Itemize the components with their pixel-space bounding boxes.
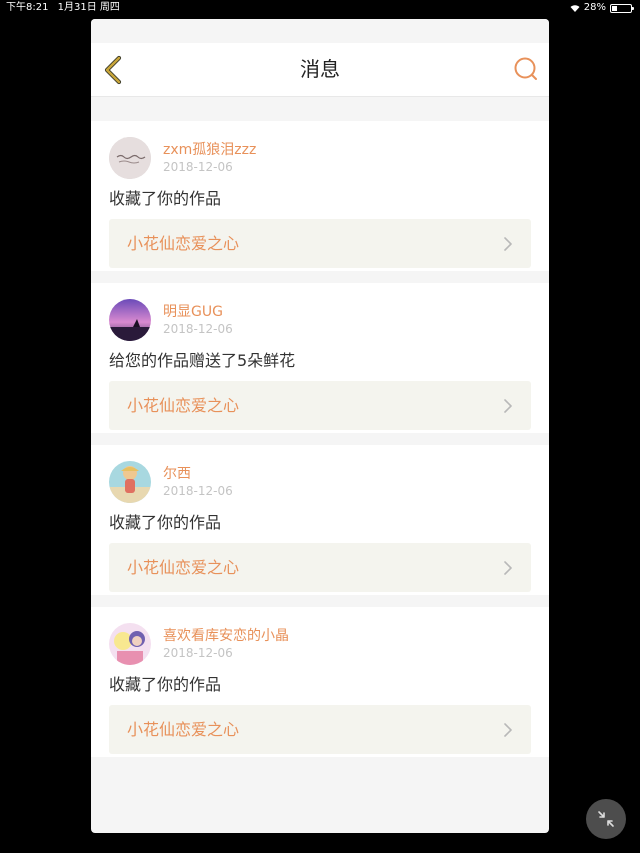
message-list: zxm孤狼泪zzz 2018-12-06 收藏了你的作品 小花仙恋爱之心 明显G… [91, 97, 549, 757]
nav-bar: 消息 [91, 43, 549, 97]
user-meta: 尔西 2018-12-06 [163, 465, 233, 499]
message-card: 喜欢看库安恋的小晶 2018-12-06 收藏了你的作品 小花仙恋爱之心 [91, 607, 549, 757]
card-header: 明显GUG 2018-12-06 [109, 299, 531, 341]
app-top-strip [91, 19, 549, 43]
user-name[interactable]: 喜欢看库安恋的小晶 [163, 627, 289, 645]
work-link[interactable]: 小花仙恋爱之心 [109, 381, 531, 430]
message-card: zxm孤狼泪zzz 2018-12-06 收藏了你的作品 小花仙恋爱之心 [91, 121, 549, 271]
app-window: 消息 zxm孤狼泪zzz 2018-12-06 收藏了你的作品 小花仙恋爱之心 … [91, 19, 549, 833]
search-icon [514, 57, 537, 80]
message-card: 明显GUG 2018-12-06 给您的作品赠送了5朵鲜花 小花仙恋爱之心 [91, 283, 549, 433]
chevron-right-icon [504, 237, 512, 251]
avatar[interactable] [109, 299, 151, 341]
message-card: 尔西 2018-12-06 收藏了你的作品 小花仙恋爱之心 [91, 445, 549, 595]
battery-percent: 28% [583, 2, 606, 13]
user-name[interactable]: 明显GUG [163, 303, 233, 321]
avatar[interactable] [109, 461, 151, 503]
page-title: 消息 [300, 57, 340, 81]
message-text: 给您的作品赠送了5朵鲜花 [109, 351, 296, 370]
chevron-right-icon [504, 723, 512, 737]
user-name[interactable]: zxm孤狼泪zzz [163, 141, 256, 159]
collapse-button[interactable] [586, 799, 626, 839]
work-link[interactable]: 小花仙恋爱之心 [109, 219, 531, 268]
status-bar: 下午8:21 1月31日 周四 28% [0, 0, 640, 16]
work-title: 小花仙恋爱之心 [127, 558, 240, 577]
user-meta: 明显GUG 2018-12-06 [163, 303, 233, 337]
work-title: 小花仙恋爱之心 [127, 396, 240, 415]
work-link[interactable]: 小花仙恋爱之心 [109, 543, 531, 592]
message-date: 2018-12-06 [163, 484, 233, 498]
wifi-icon [570, 4, 580, 12]
status-date: 1月31日 周四 [57, 2, 120, 13]
status-right: 28% [570, 0, 634, 16]
message-text: 收藏了你的作品 [109, 675, 222, 694]
battery-fill [612, 5, 617, 11]
user-name[interactable]: 尔西 [163, 465, 233, 483]
search-button[interactable] [513, 56, 539, 82]
collapse-arrows-icon [598, 811, 614, 827]
avatar[interactable] [109, 137, 151, 179]
work-title: 小花仙恋爱之心 [127, 720, 240, 739]
chevron-right-icon [504, 561, 512, 575]
message-text: 收藏了你的作品 [109, 513, 222, 532]
card-header: zxm孤狼泪zzz 2018-12-06 [109, 137, 531, 179]
status-time: 下午8:21 [6, 2, 49, 13]
message-date: 2018-12-06 [163, 160, 233, 174]
user-meta: 喜欢看库安恋的小晶 2018-12-06 [163, 627, 289, 661]
work-title: 小花仙恋爱之心 [127, 234, 240, 253]
status-left: 下午8:21 1月31日 周四 [6, 0, 126, 16]
card-header: 尔西 2018-12-06 [109, 461, 531, 503]
work-link[interactable]: 小花仙恋爱之心 [109, 705, 531, 754]
message-date: 2018-12-06 [163, 646, 233, 660]
message-date: 2018-12-06 [163, 322, 233, 336]
card-header: 喜欢看库安恋的小晶 2018-12-06 [109, 623, 531, 665]
avatar[interactable] [109, 623, 151, 665]
message-text: 收藏了你的作品 [109, 189, 222, 208]
battery-icon [610, 3, 634, 13]
user-meta: zxm孤狼泪zzz 2018-12-06 [163, 141, 256, 175]
chevron-right-icon [504, 399, 512, 413]
